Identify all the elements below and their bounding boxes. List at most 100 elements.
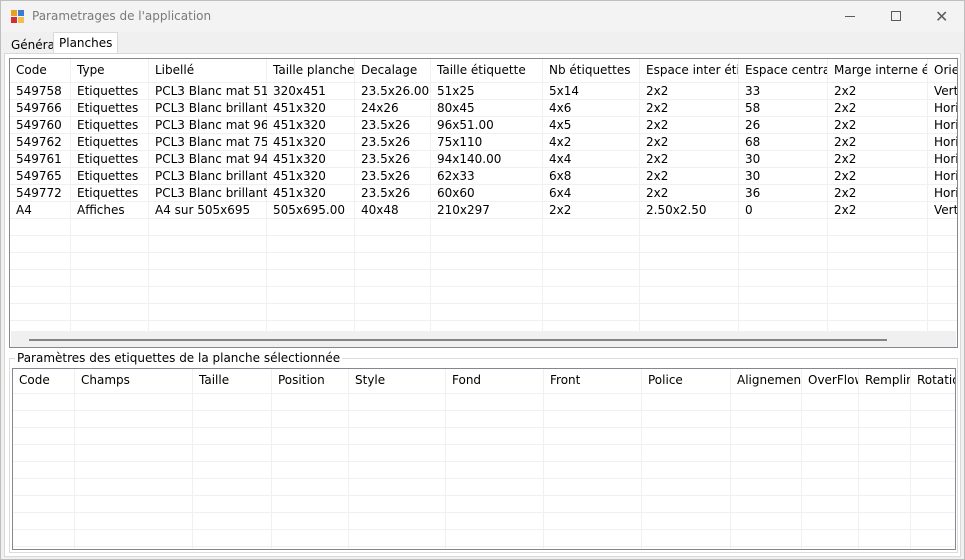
table-cell[interactable]: 30: [739, 151, 828, 168]
table-cell[interactable]: 60x60: [431, 185, 543, 202]
table-cell[interactable]: 2x2: [828, 83, 928, 100]
table-cell[interactable]: 2x2: [640, 83, 739, 100]
table-cell[interactable]: Etiquettes: [71, 134, 149, 151]
table-cell[interactable]: PCL3 Blanc mat 96x...: [149, 117, 267, 134]
table-cell[interactable]: Horiz: [928, 168, 957, 185]
table-cell[interactable]: 2x2: [640, 117, 739, 134]
table-cell[interactable]: 2x2: [828, 202, 928, 219]
table-cell[interactable]: 0: [739, 202, 828, 219]
table-cell[interactable]: 58: [739, 100, 828, 117]
table-cell[interactable]: 2x2: [828, 168, 928, 185]
column-header[interactable]: Police: [642, 369, 731, 391]
table-cell[interactable]: Horiz: [928, 117, 957, 134]
table-cell[interactable]: PCL3 Blanc brillant ...: [149, 100, 267, 117]
table-cell[interactable]: Horiz: [928, 185, 957, 202]
table-cell[interactable]: Etiquettes: [71, 83, 149, 100]
column-header[interactable]: Type: [71, 59, 149, 81]
column-header[interactable]: Libellé: [149, 59, 267, 81]
table-row[interactable]: 549758EtiquettesPCL3 Blanc mat 51x...320…: [10, 83, 957, 100]
column-header[interactable]: Orien: [928, 59, 957, 81]
table-cell[interactable]: PCL3 Blanc mat 75x...: [149, 134, 267, 151]
table-row[interactable]: 549762EtiquettesPCL3 Blanc mat 75x...451…: [10, 134, 957, 151]
etiquettes-grid[interactable]: Code Champs Taille Position Style Fond Front Po…: [12, 368, 956, 550]
table-cell[interactable]: 23.5x26: [355, 185, 431, 202]
table-cell[interactable]: 451x320: [267, 117, 355, 134]
table-cell[interactable]: 2x2: [828, 117, 928, 134]
table-cell[interactable]: 51x25: [431, 83, 543, 100]
table-cell[interactable]: 23.5x26: [355, 151, 431, 168]
column-header[interactable]: Marge interne éti...: [828, 59, 928, 81]
column-header[interactable]: Fond: [446, 369, 544, 391]
planches-grid[interactable]: Code Type Libellé Taille planche Decalage Tai…: [9, 58, 958, 348]
table-row[interactable]: A4 Affiches A4 sur 505x695 505x695.00 40x48 2…: [10, 202, 957, 219]
table-cell[interactable]: PCL3 Blanc mat 51x...: [149, 83, 267, 100]
table-cell[interactable]: 2x2: [828, 134, 928, 151]
table-cell[interactable]: 4x4: [543, 151, 640, 168]
column-header[interactable]: Code: [10, 59, 71, 81]
table-cell[interactable]: 96x51.00: [431, 117, 543, 134]
table-cell[interactable]: PCL3 Blanc mat 94x...: [149, 151, 267, 168]
table-cell[interactable]: 549758: [10, 83, 71, 100]
table-cell[interactable]: 68: [739, 134, 828, 151]
table-cell[interactable]: Horiz: [928, 151, 957, 168]
table-cell[interactable]: 451x320: [267, 168, 355, 185]
table-cell[interactable]: 23.5x26: [355, 134, 431, 151]
table-cell[interactable]: 2x2: [828, 151, 928, 168]
column-header[interactable]: Taille: [193, 369, 272, 391]
close-button[interactable]: ✕: [919, 1, 965, 32]
column-header[interactable]: Front: [544, 369, 642, 391]
table-cell[interactable]: PCL3 Blanc brillant ...: [149, 168, 267, 185]
column-header[interactable]: Remplir: [859, 369, 911, 391]
table-cell[interactable]: Etiquettes: [71, 185, 149, 202]
table-cell[interactable]: 505x695.00: [267, 202, 355, 219]
table-row[interactable]: 549765EtiquettesPCL3 Blanc brillant ...4…: [10, 168, 957, 185]
table-cell[interactable]: 80x45: [431, 100, 543, 117]
title-bar[interactable]: Parametrages de l'application ✕: [1, 1, 964, 32]
table-cell[interactable]: 62x33: [431, 168, 543, 185]
table-cell[interactable]: 549765: [10, 168, 71, 185]
table-cell[interactable]: 549766: [10, 100, 71, 117]
maximize-button[interactable]: [873, 1, 919, 32]
table-cell[interactable]: 2x2: [543, 202, 640, 219]
table-cell[interactable]: 2.50x2.50: [640, 202, 739, 219]
minimize-button[interactable]: [827, 1, 873, 32]
table-cell[interactable]: 2x2: [640, 168, 739, 185]
table-cell[interactable]: 75x110: [431, 134, 543, 151]
column-header[interactable]: Espace central: [739, 59, 828, 81]
table-cell[interactable]: 4x5: [543, 117, 640, 134]
table-cell[interactable]: 451x320: [267, 151, 355, 168]
table-cell[interactable]: 2x2: [828, 100, 928, 117]
table-cell[interactable]: Etiquettes: [71, 117, 149, 134]
scrollbar-thumb[interactable]: [29, 339, 887, 341]
table-cell[interactable]: 26: [739, 117, 828, 134]
table-cell[interactable]: 94x140.00: [431, 151, 543, 168]
table-cell[interactable]: Etiquettes: [71, 100, 149, 117]
table-cell[interactable]: A4: [10, 202, 71, 219]
table-cell[interactable]: 6x8: [543, 168, 640, 185]
table-cell[interactable]: 210x297: [431, 202, 543, 219]
table-cell[interactable]: 23.5x26: [355, 168, 431, 185]
table-row[interactable]: 549760EtiquettesPCL3 Blanc mat 96x...451…: [10, 117, 957, 134]
column-header[interactable]: Nb étiquettes: [543, 59, 640, 81]
table-cell[interactable]: 30: [739, 168, 828, 185]
column-header[interactable]: Alignement: [731, 369, 802, 391]
table-cell[interactable]: 451x320: [267, 185, 355, 202]
table-cell[interactable]: 2x2: [640, 151, 739, 168]
table-cell[interactable]: A4 sur 505x695: [149, 202, 267, 219]
table-cell[interactable]: 549762: [10, 134, 71, 151]
table-cell[interactable]: 36: [739, 185, 828, 202]
column-header[interactable]: Rotation: [911, 369, 955, 391]
table-cell[interactable]: 549772: [10, 185, 71, 202]
table-cell[interactable]: 2x2: [828, 185, 928, 202]
table-cell[interactable]: 2x2: [640, 100, 739, 117]
column-header[interactable]: Espace inter éti...: [640, 59, 739, 81]
table-cell[interactable]: 4x2: [543, 134, 640, 151]
table-cell[interactable]: Horiz: [928, 134, 957, 151]
table-cell[interactable]: 6x4: [543, 185, 640, 202]
table-cell[interactable]: 5x14: [543, 83, 640, 100]
table-row[interactable]: 549772EtiquettesPCL3 Blanc brillant ...4…: [10, 185, 957, 202]
table-cell[interactable]: 451x320: [267, 100, 355, 117]
table-cell[interactable]: PCL3 Blanc brillant ...: [149, 185, 267, 202]
table-cell[interactable]: 23.5x26.00: [355, 83, 431, 100]
column-header[interactable]: Champs: [75, 369, 193, 391]
